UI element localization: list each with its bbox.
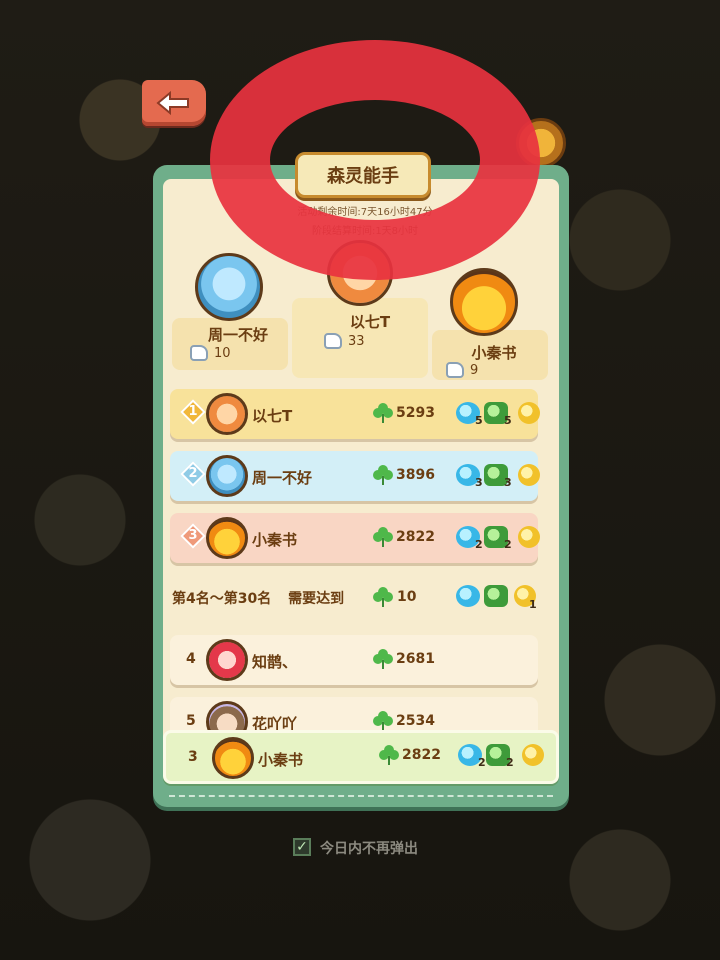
my-ranking-row[interactable]: 3 小秦书 2822 2 2 [163, 730, 559, 784]
reward-count: 2 [506, 756, 514, 769]
player-name: 小秦书 [252, 531, 298, 549]
threshold-need-label: 需要达到 [288, 591, 345, 607]
thumb-up-icon [446, 362, 464, 378]
thumb-up-icon [190, 345, 208, 361]
threshold-score: 10 [397, 589, 417, 605]
clover-icon [372, 464, 394, 486]
likes-count: 33 [348, 333, 365, 349]
thumb-up-icon [324, 333, 342, 349]
rank-number: 2 [188, 466, 198, 481]
podium-name-1st: 以七T [349, 313, 391, 331]
clover-icon [372, 402, 394, 424]
score: 5293 [396, 405, 435, 421]
avatar[interactable] [206, 639, 248, 681]
podium-name-3rd: 小秦书 [471, 344, 517, 362]
reward-gold-icon [518, 402, 540, 424]
reward-count: 2 [478, 756, 486, 769]
back-arrow-icon [156, 90, 189, 116]
reward-count: 5 [475, 414, 483, 427]
podium-avatar-3rd[interactable] [450, 268, 518, 336]
reward-count: 3 [504, 476, 512, 489]
avatar[interactable] [206, 517, 248, 559]
clover-icon [378, 744, 400, 766]
reward-count: 2 [504, 538, 512, 551]
clover-icon [372, 648, 394, 670]
podium-name-2nd: 周一不好 [207, 326, 268, 344]
panel-divider [169, 795, 553, 797]
likes-count: 9 [470, 362, 479, 378]
back-button[interactable] [142, 80, 206, 126]
score: 2822 [396, 529, 435, 545]
player-name: 周一不好 [252, 469, 313, 487]
dont-show-label[interactable]: 今日内不再弹出 [320, 838, 418, 858]
reward-count: 5 [504, 414, 512, 427]
score: 2681 [396, 651, 435, 667]
panel-title: 森灵能手 [295, 152, 431, 198]
threshold-range: 第4名～第30名 [172, 591, 272, 607]
rank-number: 5 [186, 713, 196, 729]
clover-icon [372, 710, 394, 732]
score: 2534 [396, 713, 435, 729]
player-name: 知鹊、 [252, 653, 298, 671]
rank-number: 3 [188, 749, 198, 765]
reward-count: 3 [475, 476, 483, 489]
threshold-row: 第4名～第30名 需要达到 [172, 588, 344, 608]
reward-count: 1 [529, 598, 537, 611]
ranking-row[interactable]: 3 小秦书 2822 2 2 [170, 513, 540, 563]
score: 2822 [402, 747, 441, 763]
podium-likes-3rd[interactable]: 9 [446, 362, 478, 378]
avatar[interactable] [206, 393, 248, 435]
podium-avatar-2nd[interactable] [195, 253, 263, 321]
player-name: 小秦书 [258, 751, 304, 769]
ranking-row[interactable]: 4 知鹊、 2681 [170, 635, 538, 685]
clover-icon [372, 526, 394, 548]
score: 3896 [396, 467, 435, 483]
reward-gold-icon [518, 464, 540, 486]
reward-green-icon [484, 585, 508, 607]
rank-number: 1 [188, 404, 198, 419]
reward-gold-icon [522, 744, 544, 766]
reward-blue-icon [456, 585, 480, 607]
podium-likes-2nd[interactable]: 10 [190, 345, 231, 361]
rank-number: 3 [188, 528, 198, 543]
ranking-row[interactable]: 2 周一不好 3896 3 3 [170, 451, 540, 501]
clover-icon [372, 586, 394, 608]
podium-likes-1st[interactable]: 33 [324, 333, 365, 349]
ranking-row[interactable]: 1 以七T 5293 5 5 [170, 389, 540, 439]
rank-number: 4 [186, 651, 196, 667]
reward-count: 2 [475, 538, 483, 551]
avatar[interactable] [212, 737, 254, 779]
player-name: 以七T [252, 407, 293, 425]
reward-gold-icon [518, 526, 540, 548]
dont-show-checkbox[interactable]: ✓ [293, 838, 311, 856]
avatar[interactable] [206, 455, 248, 497]
likes-count: 10 [214, 345, 231, 361]
